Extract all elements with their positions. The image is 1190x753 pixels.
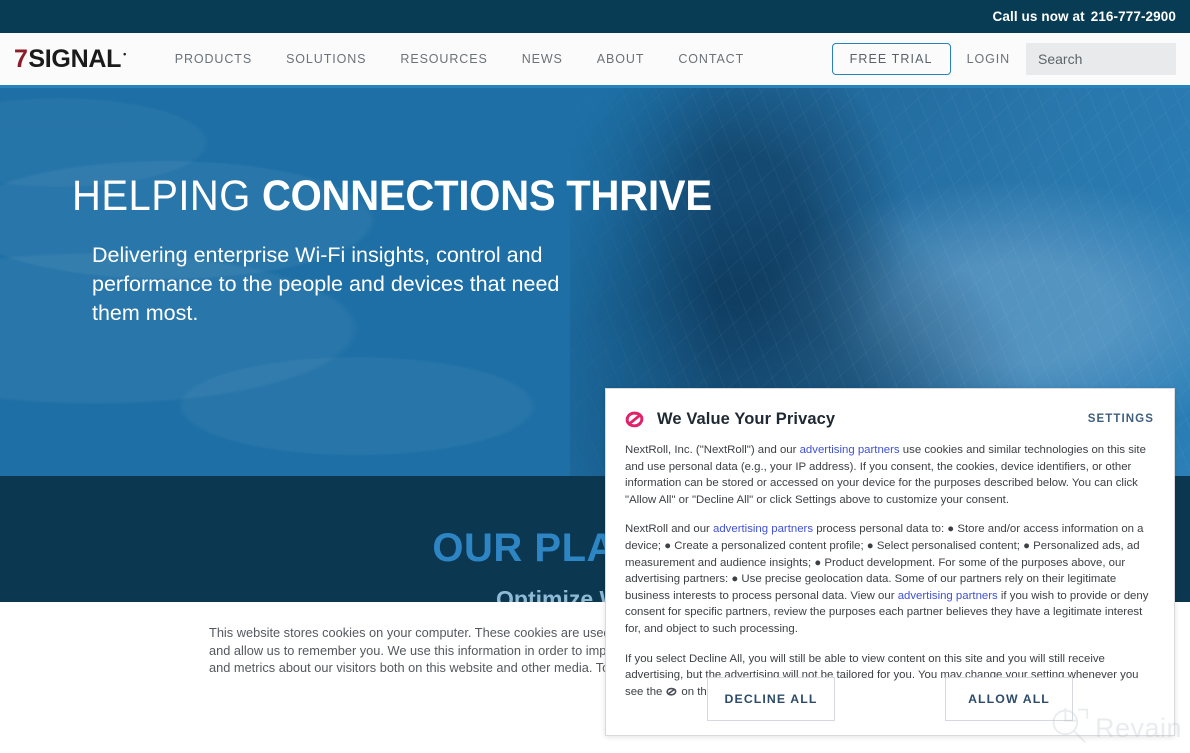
consent-p1-before: NextRoll, Inc. ("NextRoll") and our bbox=[625, 444, 800, 456]
logo-word: SIGNAL bbox=[28, 44, 122, 73]
consent-p2-before: NextRoll and our bbox=[625, 523, 714, 536]
nav-item-resources[interactable]: RESOURCES bbox=[383, 52, 504, 66]
advertising-partners-link-3[interactable]: advertising partners bbox=[898, 590, 998, 602]
consent-dialog-header: We Value Your Privacy SETTINGS bbox=[606, 389, 1174, 434]
consent-dialog-title: We Value Your Privacy bbox=[657, 409, 836, 428]
nav-item-products[interactable]: PRODUCTS bbox=[158, 52, 269, 66]
consent-settings-link[interactable]: SETTINGS bbox=[1088, 413, 1154, 425]
advertising-partners-link-2[interactable]: advertising partners bbox=[713, 523, 813, 535]
allow-all-button[interactable]: ALLOW ALL bbox=[945, 677, 1073, 721]
nav-item-news[interactable]: NEWS bbox=[505, 52, 580, 66]
site-logo[interactable]: 7 SIGNAL • bbox=[14, 44, 126, 73]
nav-right-group: FREE TRIAL LOGIN bbox=[831, 43, 1190, 75]
search-input[interactable] bbox=[1026, 43, 1176, 75]
call-us-label: Call us now at bbox=[992, 9, 1085, 24]
hero-subheadline: Delivering enterprise Wi-Fi insights, co… bbox=[92, 243, 560, 326]
privacy-consent-dialog: We Value Your Privacy SETTINGS NextRoll,… bbox=[605, 388, 1175, 736]
top-utility-bar: Call us now at 216-777-2900 bbox=[0, 0, 1190, 33]
primary-menu: PRODUCTS SOLUTIONS RESOURCES NEWS ABOUT … bbox=[158, 52, 761, 66]
login-link[interactable]: LOGIN bbox=[951, 52, 1026, 66]
advertising-partners-link-1[interactable]: advertising partners bbox=[800, 444, 900, 456]
hero-headline-light: HELPING bbox=[72, 172, 251, 220]
logo-registered-mark: • bbox=[123, 48, 126, 59]
nav-item-solutions[interactable]: SOLUTIONS bbox=[269, 52, 383, 66]
consent-dialog-body: NextRoll, Inc. ("NextRoll") and our adve… bbox=[606, 434, 1174, 700]
phone-number[interactable]: 216-777-2900 bbox=[1091, 9, 1176, 24]
free-trial-button[interactable]: FREE TRIAL bbox=[831, 43, 951, 75]
nav-item-about[interactable]: ABOUT bbox=[580, 52, 662, 66]
decline-all-button[interactable]: DECLINE ALL bbox=[707, 677, 835, 721]
hero-content: HELPING CONNECTIONS THRIVE Delivering en… bbox=[0, 88, 712, 328]
consent-paragraph-1: NextRoll, Inc. ("NextRoll") and our adve… bbox=[625, 442, 1152, 508]
nav-item-contact[interactable]: CONTACT bbox=[661, 52, 761, 66]
call-us-block: Call us now at 216-777-2900 bbox=[993, 9, 1190, 24]
consent-dialog-actions: DECLINE ALL ALLOW ALL bbox=[606, 663, 1174, 735]
page-root: Call us now at 216-777-2900 7 SIGNAL • PROD… bbox=[0, 0, 1190, 753]
hero-headline: HELPING CONNECTIONS THRIVE bbox=[72, 172, 712, 220]
logo-seven: 7 bbox=[14, 44, 28, 73]
main-navigation-bar: 7 SIGNAL • PRODUCTS SOLUTIONS RESOURCES NE… bbox=[0, 33, 1190, 88]
nextroll-logo-icon bbox=[624, 409, 645, 430]
consent-paragraph-2: NextRoll and our advertising partners pr… bbox=[625, 521, 1152, 637]
hero-headline-bold: CONNECTIONS THRIVE bbox=[261, 172, 712, 220]
